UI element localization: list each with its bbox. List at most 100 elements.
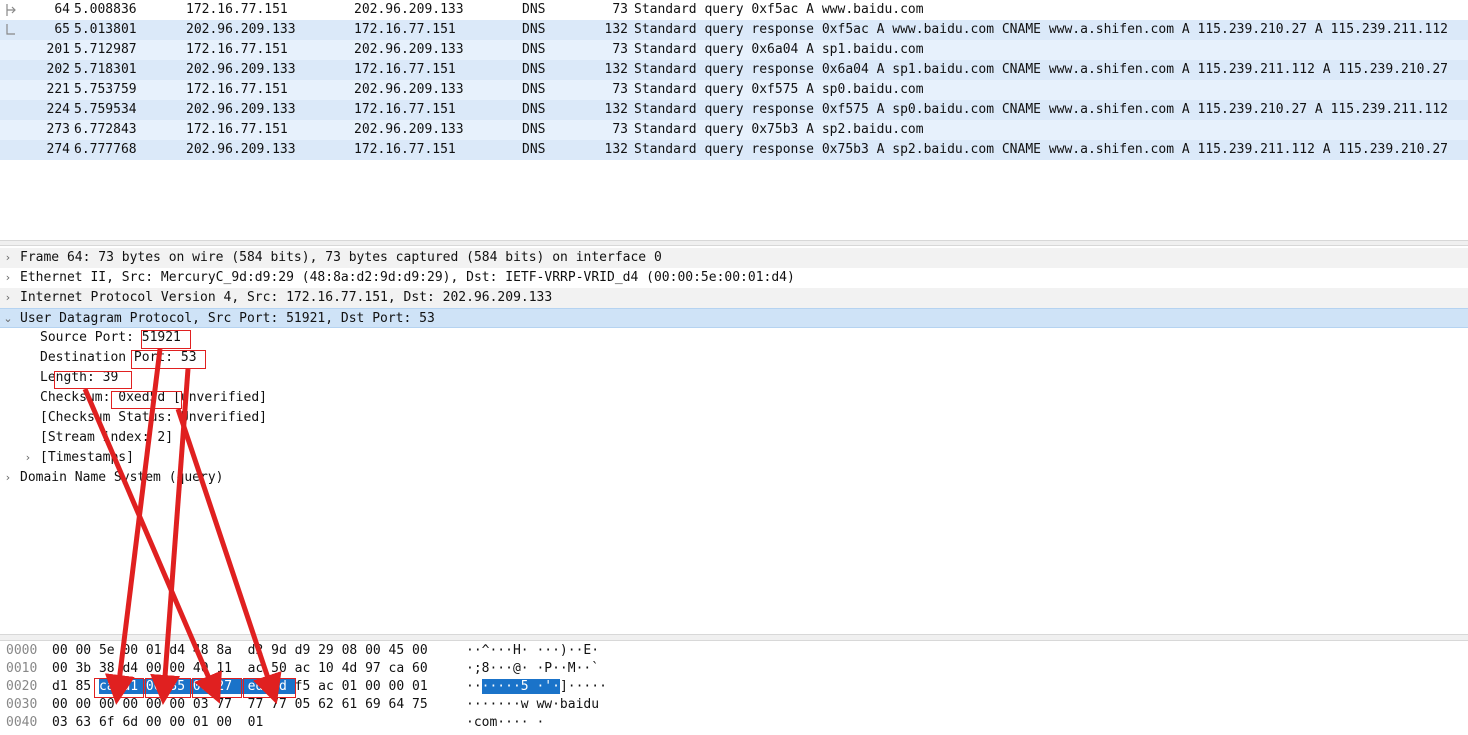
hex-bytes[interactable]: d1 85 ca d1 00 35 00 27 ed 5d f5 ac 01 0…: [52, 678, 428, 696]
pane-splitter-top[interactable]: [0, 240, 1468, 246]
expand-arrow-icon[interactable]: ›: [2, 268, 14, 288]
detail-row[interactable]: › Internet Protocol Version 4, Src: 172.1…: [0, 288, 1468, 308]
detail-row[interactable]: › Ethernet II, Src: MercuryC_9d:d9:29 (48…: [0, 268, 1468, 288]
expand-arrow-icon[interactable]: ›: [22, 448, 34, 468]
detail-row[interactable]: › Frame 64: 73 bytes on wire (584 bits), …: [0, 248, 1468, 268]
packet-proto: DNS: [522, 62, 546, 77]
packet-no: 224: [46, 102, 70, 117]
packet-row[interactable]: 274 6.777768 202.96.209.133 172.16.77.151 DN…: [0, 140, 1468, 160]
hex-ascii[interactable]: ·com···· ·: [466, 714, 544, 732]
packet-info: Standard query 0x75b3 A sp2.baidu.com: [634, 122, 924, 137]
hex-ascii[interactable]: ·······5 ·'·]·····: [466, 678, 607, 696]
packet-info: Standard query response 0xf575 A sp0.bai…: [634, 102, 1448, 117]
detail-row[interactable]: [Checksum Status: Unverified]: [0, 408, 1468, 428]
packet-proto: DNS: [522, 102, 546, 117]
packet-row[interactable]: 221 5.753759 172.16.77.151 202.96.209.133 DN…: [0, 80, 1468, 100]
detail-text: [Timestamps]: [40, 450, 134, 465]
detail-text: Source Port: 51921: [40, 330, 181, 345]
packet-no: 201: [46, 42, 70, 57]
detail-text: Internet Protocol Version 4, Src: 172.16…: [20, 290, 553, 305]
detail-text: Domain Name System (query): [20, 470, 224, 485]
ascii-selection: ·····5 ·'·: [481, 679, 560, 694]
packet-src: 172.16.77.151: [186, 122, 288, 137]
hex-row[interactable]: 0010 00 3b 38 d4 00 00 40 11 ac 50 ac 10 …: [0, 660, 1468, 678]
hex-row[interactable]: 0030 00 00 00 00 00 00 03 77 77 77 05 62 …: [0, 696, 1468, 714]
detail-text: [Stream index: 2]: [40, 430, 174, 445]
hex-selection: ca d1 00 35 00 27 ed 5d: [98, 679, 295, 694]
packet-row[interactable]: 65 5.013801 202.96.209.133 172.16.77.151 DNS…: [0, 20, 1468, 40]
detail-row[interactable]: [Stream index: 2]: [0, 428, 1468, 448]
collapse-arrow-icon[interactable]: ⌄: [2, 309, 14, 329]
packet-dst: 172.16.77.151: [354, 102, 456, 117]
packet-len: 73: [612, 82, 628, 97]
packet-bytes[interactable]: 0000 00 00 5e 00 01 d4 48 8a d2 9d d9 29 …: [0, 641, 1468, 735]
packet-row[interactable]: 202 5.718301 202.96.209.133 172.16.77.151 DN…: [0, 60, 1468, 80]
response-link-icon: [6, 24, 15, 35]
detail-text: Checksum: 0xed5d [unverified]: [40, 390, 267, 405]
packet-proto: DNS: [522, 122, 546, 137]
packet-proto: DNS: [522, 42, 546, 57]
hex-bytes[interactable]: 00 3b 38 d4 00 00 40 11 ac 50 ac 10 4d 9…: [52, 660, 428, 678]
expand-arrow-icon[interactable]: ›: [2, 288, 14, 308]
packet-len: 73: [612, 2, 628, 17]
hex-row[interactable]: 0040 03 63 6f 6d 00 00 01 00 01 ·com···· ·: [0, 714, 1468, 732]
packet-proto: DNS: [522, 22, 546, 37]
packet-dst: 202.96.209.133: [354, 2, 464, 17]
hex-ascii[interactable]: ··^···H· ···)··E·: [466, 642, 599, 660]
detail-text: Frame 64: 73 bytes on wire (584 bits), 7…: [20, 250, 662, 265]
packet-time: 5.759534: [74, 102, 137, 117]
packet-time: 5.718301: [74, 62, 137, 77]
hex-ascii[interactable]: ·;8···@· ·P··M··`: [466, 660, 599, 678]
hex-row[interactable]: 0020 d1 85 ca d1 00 35 00 27 ed 5d f5 ac …: [0, 678, 1468, 696]
packet-dst: 202.96.209.133: [354, 42, 464, 57]
packet-no: 221: [46, 82, 70, 97]
packet-time: 6.777768: [74, 142, 137, 157]
detail-row[interactable]: Destination Port: 53: [0, 348, 1468, 368]
packet-row[interactable]: 273 6.772843 172.16.77.151 202.96.209.133 DN…: [0, 120, 1468, 140]
packet-time: 5.008836: [74, 2, 137, 17]
packet-len: 132: [604, 22, 628, 37]
pane-splitter-bottom[interactable]: [0, 634, 1468, 641]
packet-no: 274: [46, 142, 70, 157]
packet-no: 273: [46, 122, 70, 137]
packet-src: 202.96.209.133: [186, 102, 296, 117]
hex-bytes[interactable]: 00 00 00 00 00 00 03 77 77 77 05 62 61 6…: [52, 696, 428, 714]
packet-info: Standard query 0xf5ac A www.baidu.com: [634, 2, 924, 17]
packet-list[interactable]: 274 6.777768 202.96.209.133 172.16.77.151 DN…: [0, 0, 1468, 240]
hex-ascii[interactable]: ·······w ww·baidu: [466, 696, 599, 714]
packet-len: 132: [604, 142, 628, 157]
hex-bytes[interactable]: 03 63 6f 6d 00 00 01 00 01: [52, 714, 263, 732]
packet-proto: DNS: [522, 2, 546, 17]
packet-no: 202: [46, 62, 70, 77]
packet-info: Standard query response 0x6a04 A sp1.bai…: [634, 62, 1448, 77]
packet-src: 202.96.209.133: [186, 62, 296, 77]
detail-row[interactable]: Length: 39: [0, 368, 1468, 388]
packet-src: 172.16.77.151: [186, 2, 288, 17]
packet-info: Standard query response 0x75b3 A sp2.bai…: [634, 142, 1448, 157]
packet-dst: 172.16.77.151: [354, 142, 456, 157]
hex-offset: 0010: [6, 661, 38, 676]
packet-len: 132: [604, 62, 628, 77]
expand-arrow-icon[interactable]: ›: [2, 468, 14, 488]
detail-row[interactable]: Checksum: 0xed5d [unverified]: [0, 388, 1468, 408]
packet-details[interactable]: › Frame 64: 73 bytes on wire (584 bits), …: [0, 248, 1468, 634]
packet-src: 202.96.209.133: [186, 22, 296, 37]
detail-row[interactable]: › [Timestamps]: [0, 448, 1468, 468]
detail-row[interactable]: › Domain Name System (query): [0, 468, 1468, 488]
detail-row[interactable]: ⌄ User Datagram Protocol, Src Port: 51921…: [0, 308, 1468, 328]
packet-src: 172.16.77.151: [186, 42, 288, 57]
detail-row[interactable]: Source Port: 51921: [0, 328, 1468, 348]
hex-bytes[interactable]: 00 00 5e 00 01 d4 48 8a d2 9d d9 29 08 0…: [52, 642, 428, 660]
packet-len: 73: [612, 42, 628, 57]
packet-row[interactable]: 64 5.008836 172.16.77.151 202.96.209.133 DNS…: [0, 0, 1468, 20]
packet-time: 6.772843: [74, 122, 137, 137]
packet-row[interactable]: 201 5.712987 172.16.77.151 202.96.209.133 DN…: [0, 40, 1468, 60]
hex-offset: 0030: [6, 697, 38, 712]
expand-arrow-icon[interactable]: ›: [2, 248, 14, 268]
packet-proto: DNS: [522, 142, 546, 157]
packet-dst: 202.96.209.133: [354, 82, 464, 97]
packet-row[interactable]: 224 5.759534 202.96.209.133 172.16.77.151 DN…: [0, 100, 1468, 120]
packet-dst: 172.16.77.151: [354, 62, 456, 77]
hex-row[interactable]: 0000 00 00 5e 00 01 d4 48 8a d2 9d d9 29 …: [0, 642, 1468, 660]
detail-text: [Checksum Status: Unverified]: [40, 410, 267, 425]
